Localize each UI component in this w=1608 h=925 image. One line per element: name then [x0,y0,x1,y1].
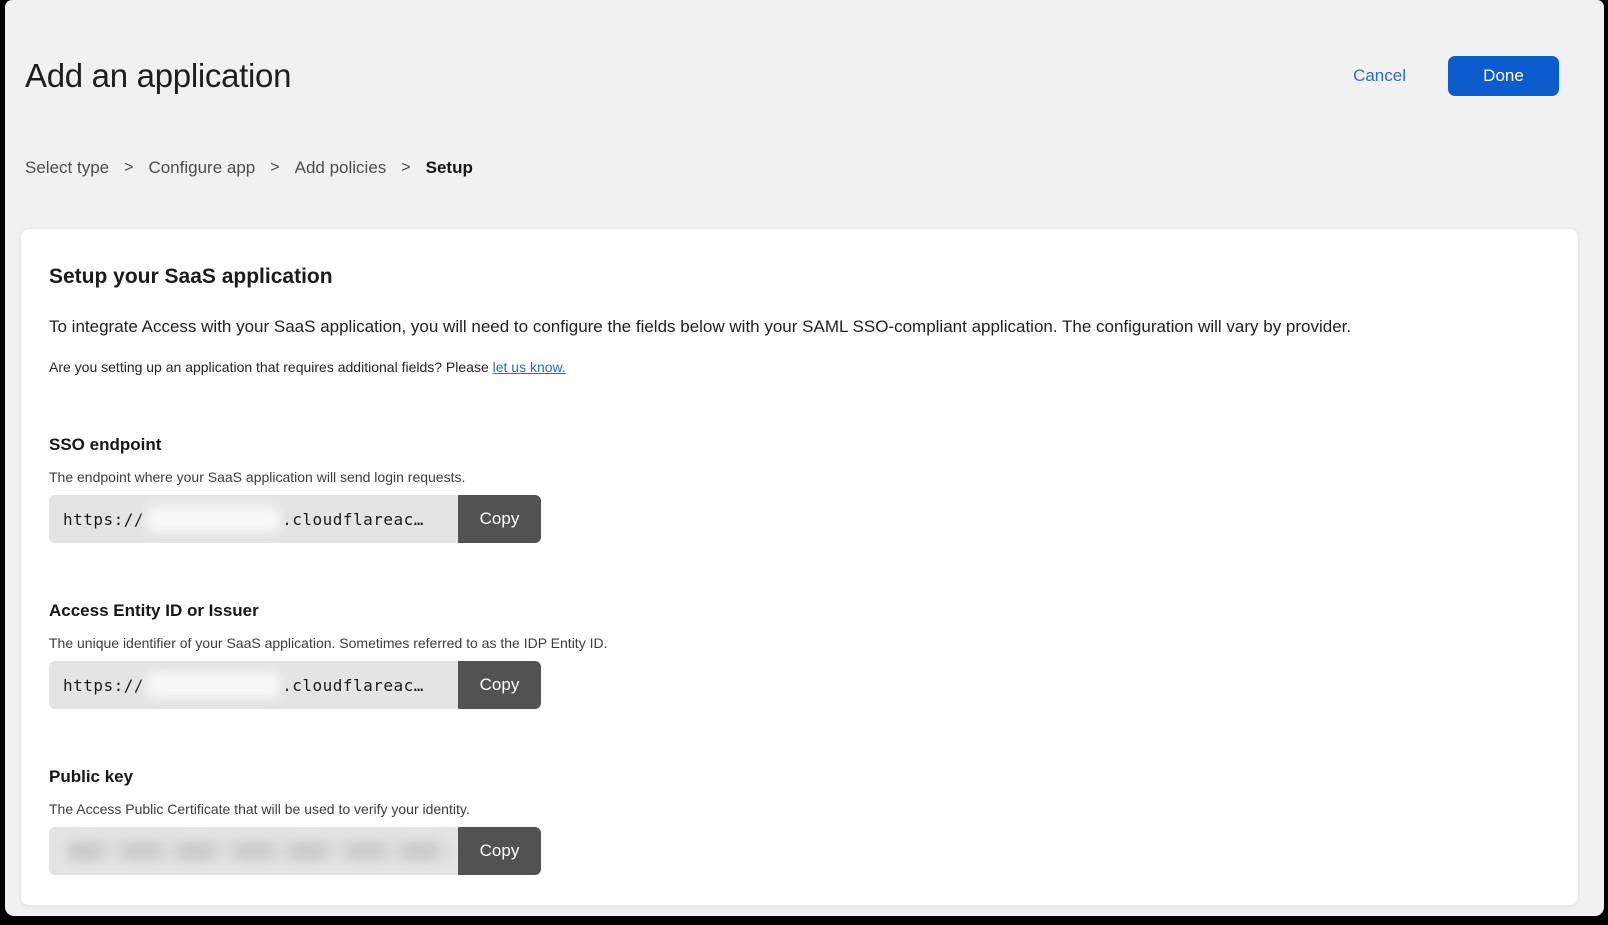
setup-saas-card: Setup your SaaS application To integrate… [20,228,1579,906]
code-value-suffix: .cloudflareac… [282,510,424,529]
field-label: Access Entity ID or Issuer [49,601,1550,621]
done-button[interactable]: Done [1448,56,1559,96]
code-value-prefix: https:// [63,510,144,529]
breadcrumb-separator: > [270,159,279,177]
window-frame: Add an application Cancel Done Select ty… [5,0,1604,916]
breadcrumb-step-setup-current: Setup [426,158,473,178]
let-us-know-link[interactable]: let us know. [493,359,566,375]
copy-button[interactable]: Copy [458,661,541,709]
page-title: Add an application [25,57,291,95]
add-application-page: Add an application Cancel Done Select ty… [5,56,1604,916]
breadcrumb-step-select-type[interactable]: Select type [25,158,109,178]
field-sso-endpoint: SSO endpoint The endpoint where your Saa… [49,435,1550,543]
code-value-suffix: .cloudflareac… [282,676,424,695]
breadcrumb: Select type > Configure app > Add polici… [20,158,1579,178]
field-description: The unique identifier of your SaaS appli… [49,635,1550,651]
field-description: The Access Public Certificate that will … [49,801,1550,817]
code-value-prefix: https:// [63,676,144,695]
breadcrumb-step-add-policies[interactable]: Add policies [295,158,387,178]
redacted-value-blur [146,672,280,698]
redacted-value-blur [146,506,280,532]
field-label: SSO endpoint [49,435,1550,455]
breadcrumb-step-configure-app[interactable]: Configure app [148,158,255,178]
cancel-button[interactable]: Cancel [1353,66,1406,86]
sso-endpoint-value-box: https:// .cloudflareac… [49,495,458,543]
breadcrumb-separator: > [124,159,133,177]
entity-id-value-box: https:// .cloudflareac… [49,661,458,709]
field-public-key: Public key The Access Public Certificate… [49,767,1550,875]
copy-button[interactable]: Copy [458,495,541,543]
card-note: Are you setting up an application that r… [49,359,1550,375]
entity-id-code-group: https:// .cloudflareac… Copy [49,661,541,709]
breadcrumb-separator: > [401,159,410,177]
note-text: Are you setting up an application that r… [49,359,493,375]
card-intro-text: To integrate Access with your SaaS appli… [49,316,1550,337]
header-actions: Cancel Done [1353,56,1559,96]
redacted-value-blur [67,841,451,861]
public-key-code-group: Copy [49,827,541,875]
card-heading: Setup your SaaS application [49,265,1550,289]
field-access-entity-id: Access Entity ID or Issuer The unique id… [49,601,1550,709]
copy-button[interactable]: Copy [458,827,541,875]
public-key-value-box [49,827,458,875]
sso-endpoint-code-group: https:// .cloudflareac… Copy [49,495,541,543]
field-description: The endpoint where your SaaS application… [49,469,1550,485]
page-header: Add an application Cancel Done [20,56,1579,96]
field-label: Public key [49,767,1550,787]
